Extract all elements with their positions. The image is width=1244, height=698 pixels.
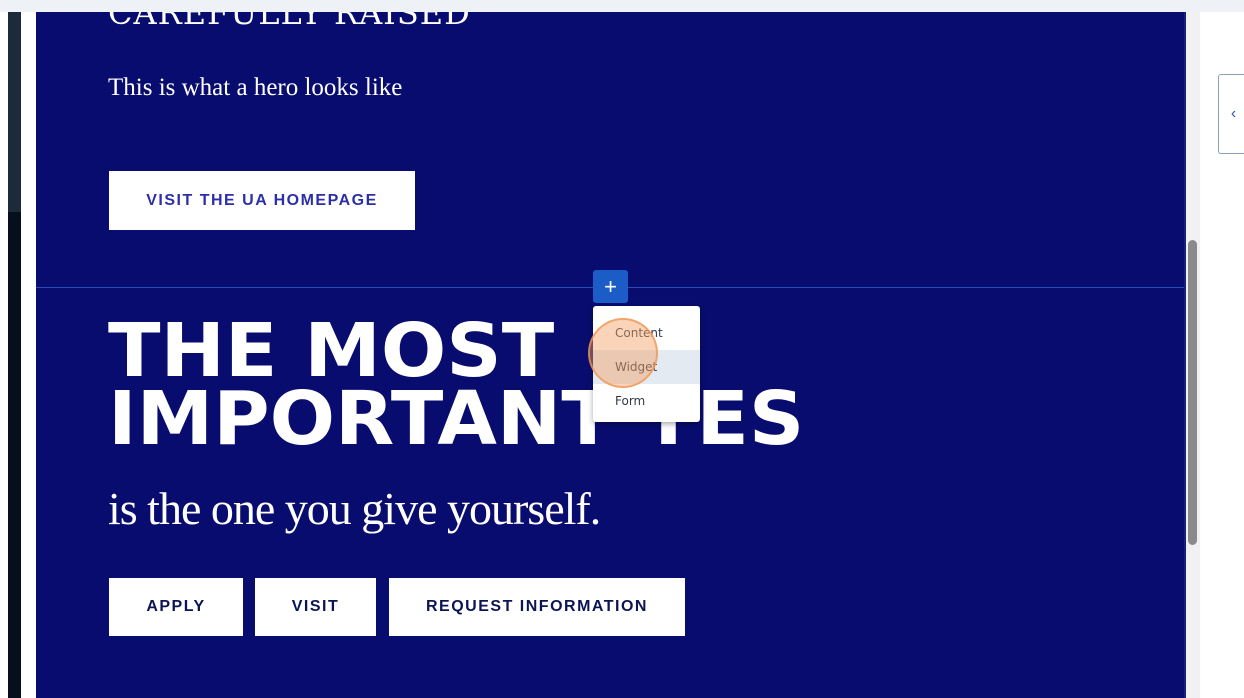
visit-button[interactable]: VISIT bbox=[255, 578, 376, 636]
menu-item-content[interactable]: Content bbox=[593, 316, 700, 350]
section-tagline: is the one you give yourself. bbox=[108, 483, 601, 534]
panel-toggle-button[interactable]: ‹ bbox=[1218, 74, 1244, 154]
add-block-menu: Content Widget Form bbox=[593, 306, 700, 422]
plus-icon: + bbox=[604, 273, 617, 299]
apply-button[interactable]: APPLY bbox=[109, 578, 243, 636]
menu-item-widget[interactable]: Widget bbox=[593, 350, 700, 384]
left-rail-bar bbox=[8, 12, 21, 698]
menu-item-form[interactable]: Form bbox=[593, 384, 700, 418]
chevron-left-icon: ‹ bbox=[1230, 105, 1237, 122]
left-rail bbox=[0, 12, 36, 698]
page-canvas: CAREFULLY RAISED This is what a hero loo… bbox=[36, 12, 1186, 698]
browser-top-strip bbox=[0, 0, 1244, 12]
hero-subtitle: This is what a hero looks like bbox=[108, 74, 403, 101]
hero-heading: CAREFULLY RAISED bbox=[108, 12, 471, 32]
request-information-button[interactable]: REQUEST INFORMATION bbox=[389, 578, 685, 636]
scrollbar-thumb[interactable] bbox=[1188, 240, 1197, 545]
add-block-button[interactable]: + bbox=[593, 270, 628, 303]
visit-homepage-button[interactable]: VISIT THE UA HOMEPAGE bbox=[109, 171, 415, 230]
